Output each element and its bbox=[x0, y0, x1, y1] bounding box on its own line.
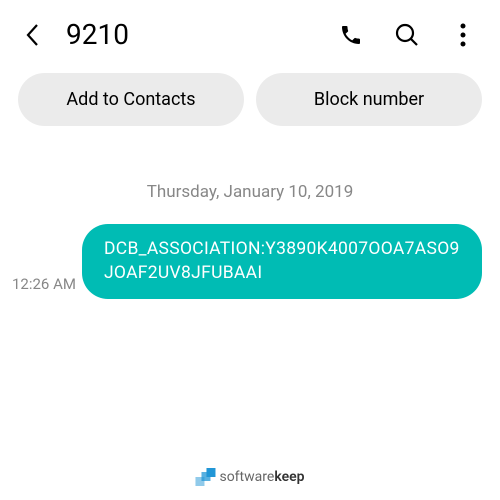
call-button[interactable] bbox=[338, 22, 364, 48]
more-button[interactable] bbox=[450, 22, 476, 48]
contact-actions: Add to Contacts Block number bbox=[0, 73, 500, 126]
header-actions bbox=[338, 22, 476, 48]
message-timestamp: 12:26 AM bbox=[12, 275, 76, 299]
conversation-header: 9210 bbox=[0, 0, 500, 69]
search-icon bbox=[394, 22, 420, 48]
search-button[interactable] bbox=[394, 22, 420, 48]
sent-message-bubble[interactable]: DCB_ASSOCIATION:Y3890K4007OOA7ASO9JOAF2U… bbox=[82, 224, 482, 299]
message-row: 12:26 AM DCB_ASSOCIATION:Y3890K4007OOA7A… bbox=[0, 224, 500, 299]
back-button[interactable] bbox=[18, 21, 46, 49]
watermark-text: softwarekeep bbox=[219, 469, 304, 485]
block-number-button[interactable]: Block number bbox=[256, 73, 482, 126]
more-vertical-icon bbox=[460, 23, 466, 47]
softwarekeep-icon bbox=[195, 468, 215, 486]
watermark-logo: softwarekeep bbox=[195, 468, 304, 486]
add-to-contacts-button[interactable]: Add to Contacts bbox=[18, 73, 244, 126]
chevron-left-icon bbox=[25, 23, 39, 47]
contact-number: 9210 bbox=[66, 18, 338, 51]
phone-icon bbox=[339, 23, 363, 47]
date-divider: Thursday, January 10, 2019 bbox=[0, 182, 500, 202]
